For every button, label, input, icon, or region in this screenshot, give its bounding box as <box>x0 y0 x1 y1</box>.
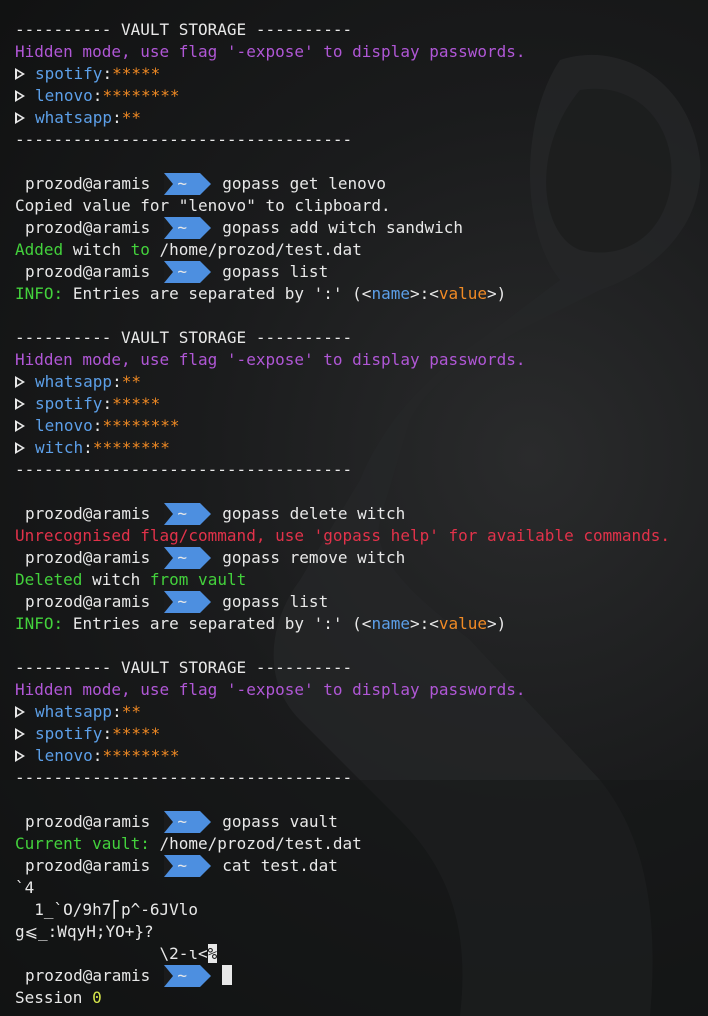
play-icon <box>15 68 25 80</box>
prompt-dir-badge: ~ <box>164 503 212 525</box>
session-status: Session 0 <box>15 988 102 1007</box>
play-icon <box>15 398 25 410</box>
prompt-line: prozod@aramis ~ gopass add witch sandwich <box>15 217 705 239</box>
prompt-user: prozod@aramis <box>25 592 151 611</box>
vault-header: ---------- VAULT STORAGE ---------- <box>15 328 353 347</box>
prompt-dir-badge: ~ <box>164 811 212 833</box>
prompt-dir-badge: ~ <box>164 591 212 613</box>
command-text: cat test.dat <box>222 856 338 875</box>
prompt-line: prozod@aramis ~ gopass remove witch <box>15 547 705 569</box>
play-icon <box>15 442 25 454</box>
vault-entry: spotify:***** <box>15 723 705 745</box>
command-text: gopass add witch sandwich <box>222 218 464 237</box>
separator: ----------------------------------- <box>15 130 353 149</box>
play-icon <box>15 750 25 762</box>
prompt-line: prozod@aramis ~ gopass vault <box>15 811 705 833</box>
prompt-line: prozod@aramis ~ gopass get lenovo <box>15 173 705 195</box>
prompt-user: prozod@aramis <box>25 504 151 523</box>
command-output: Deleted witch from vault <box>15 570 247 589</box>
prompt-dir-badge: ~ <box>164 217 212 239</box>
prompt-user: prozod@aramis <box>25 856 151 875</box>
no-newline-marker: % <box>207 944 218 963</box>
command-text: gopass remove witch <box>222 548 406 567</box>
prompt-line: prozod@aramis ~ gopass list <box>15 591 705 613</box>
binary-output: 1̲`O/9h7⎡p^-6JVlo <box>15 900 199 919</box>
binary-output: \2-ɩ<% <box>15 944 218 963</box>
vault-entry: lenovo:******** <box>15 745 705 767</box>
prompt-user: prozod@aramis <box>25 262 151 281</box>
prompt-dir-badge: ~ <box>164 855 212 877</box>
command-text: gopass list <box>222 592 329 611</box>
vault-entry: spotify:***** <box>15 393 705 415</box>
prompt-user: prozod@aramis <box>25 966 151 985</box>
binary-output: g⩽_:WqyH;YO+}? <box>15 922 154 941</box>
hidden-mode-notice: Hidden mode, use flag '-expose' to displ… <box>15 350 526 369</box>
prompt-line: prozod@aramis ~ gopass list <box>15 261 705 283</box>
play-icon <box>15 90 25 102</box>
command-text: gopass list <box>222 262 329 281</box>
vault-header: ---------- VAULT STORAGE ---------- <box>15 658 353 677</box>
info-line: INFO: Entries are separated by ':' (<nam… <box>15 614 507 633</box>
play-icon <box>15 728 25 740</box>
play-icon <box>15 112 25 124</box>
vault-entry: whatsapp:** <box>15 107 705 129</box>
command-output: Copied value for "lenovo" to clipboard. <box>15 196 391 215</box>
hidden-mode-notice: Hidden mode, use flag '-expose' to displ… <box>15 42 526 61</box>
info-line: INFO: Entries are separated by ':' (<nam… <box>15 284 507 303</box>
prompt-user: prozod@aramis <box>25 174 151 193</box>
vault-entry: lenovo:******** <box>15 415 705 437</box>
play-icon <box>15 376 25 388</box>
play-icon <box>15 706 25 718</box>
prompt-line-active: prozod@aramis ~ <box>15 965 705 987</box>
hidden-mode-notice: Hidden mode, use flag '-expose' to displ… <box>15 680 526 699</box>
play-icon <box>15 420 25 432</box>
prompt-dir-badge: ~ <box>164 173 212 195</box>
prompt-dir-badge: ~ <box>164 261 212 283</box>
command-output: Added witch to /home/prozod/test.dat <box>15 240 362 259</box>
vault-path-output: Current vault: /home/prozod/test.dat <box>15 834 362 853</box>
prompt-dir-badge: ~ <box>164 965 212 987</box>
command-text: gopass delete witch <box>222 504 406 523</box>
separator: ----------------------------------- <box>15 460 353 479</box>
error-message: Unrecognised flag/command, use 'gopass h… <box>15 526 671 545</box>
vault-entry: whatsapp:** <box>15 701 705 723</box>
vault-entry: lenovo:******** <box>15 85 705 107</box>
command-text: gopass get lenovo <box>222 174 386 193</box>
command-text: gopass vault <box>222 812 338 831</box>
prompt-user: prozod@aramis <box>25 548 151 567</box>
prompt-line: prozod@aramis ~ cat test.dat <box>15 855 705 877</box>
terminal-output: ---------- VAULT STORAGE ---------- Hidd… <box>15 19 705 1009</box>
vault-header: ---------- VAULT STORAGE ---------- <box>15 20 353 39</box>
binary-output: `4 <box>15 878 35 897</box>
prompt-user: prozod@aramis <box>25 812 151 831</box>
prompt-user: prozod@aramis <box>25 218 151 237</box>
separator: ----------------------------------- <box>15 768 353 787</box>
prompt-dir-badge: ~ <box>164 547 212 569</box>
vault-entry: spotify:***** <box>15 63 705 85</box>
vault-entry: whatsapp:** <box>15 371 705 393</box>
prompt-line: prozod@aramis ~ gopass delete witch <box>15 503 705 525</box>
text-cursor[interactable] <box>222 965 233 985</box>
vault-entry: witch:******** <box>15 437 705 459</box>
